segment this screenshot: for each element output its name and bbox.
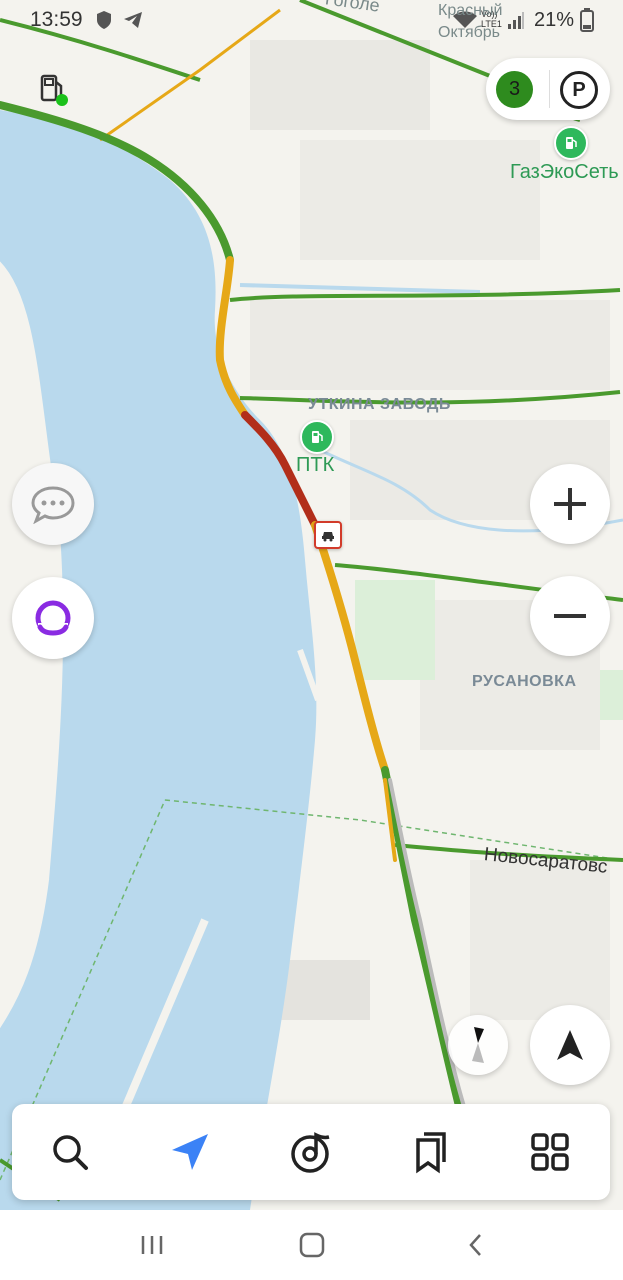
recent-apps-icon <box>141 1236 163 1254</box>
battery-percent: 21% <box>534 9 575 31</box>
map-label-fragment: Октябрь <box>438 24 501 41</box>
poi-label-gazekoset[interactable]: ГазЭкоСеть <box>510 161 619 184</box>
music-icon <box>291 1132 330 1173</box>
battery-icon <box>580 8 594 37</box>
bookmarks-icon <box>416 1132 446 1174</box>
parking-button[interactable]: P <box>560 71 598 109</box>
telegram-icon <box>122 10 144 35</box>
tab-services[interactable] <box>522 1124 578 1180</box>
search-icon <box>53 1135 88 1170</box>
park-area <box>355 580 435 680</box>
chat-icon <box>31 486 75 524</box>
my-location-button[interactable] <box>530 1005 610 1085</box>
home-button[interactable] <box>292 1228 332 1262</box>
back-button[interactable] <box>456 1228 496 1262</box>
traffic-incident-icon[interactable] <box>314 521 342 549</box>
gas-station-icon <box>40 74 68 106</box>
traffic-level-button[interactable]: 3 <box>496 71 533 108</box>
pill-divider <box>549 70 550 108</box>
navigator-icon <box>172 1134 208 1170</box>
alice-icon <box>35 600 71 637</box>
tab-search[interactable] <box>42 1124 98 1180</box>
services-icon <box>531 1133 569 1171</box>
zoom-in-icon <box>554 488 586 520</box>
district-label-utkina-zavod: УТКИНА ЗАВОДЬ <box>308 396 451 413</box>
back-icon <box>469 1234 481 1256</box>
signal-icon <box>507 10 525 35</box>
tab-bookmarks[interactable] <box>402 1124 458 1180</box>
home-icon <box>299 1232 325 1258</box>
zoom-out-icon <box>554 614 586 618</box>
my-location-icon <box>557 1030 583 1060</box>
poi-label-ptk[interactable]: ПТК <box>296 454 334 477</box>
recent-apps-button[interactable] <box>132 1228 172 1262</box>
tab-navigator[interactable] <box>162 1124 218 1180</box>
tab-music[interactable] <box>282 1124 338 1180</box>
status-bar: 13:59 Vo)) LTE1 21% <box>0 0 623 40</box>
system-nav-bar <box>0 1210 623 1280</box>
compass-button[interactable] <box>448 1015 508 1075</box>
zoom-in-button[interactable] <box>530 464 610 544</box>
bottom-tab-bar <box>12 1104 610 1200</box>
map-canvas[interactable] <box>0 0 623 1280</box>
map-label-fragment: Красный <box>438 2 503 19</box>
parking-label: P <box>572 78 586 101</box>
traffic-level-value: 3 <box>508 78 521 100</box>
traffic-parking-pill: 3 P <box>486 58 610 120</box>
gas-stations-button[interactable] <box>24 62 78 116</box>
compass-icon <box>472 1027 484 1063</box>
alice-button[interactable] <box>12 577 94 659</box>
status-time: 13:59 <box>30 8 83 31</box>
zoom-out-button[interactable] <box>530 576 610 656</box>
chat-button[interactable] <box>12 463 94 545</box>
district-label-rusanovka: РУСАНОВКА <box>472 673 577 690</box>
gas-station-poi-icon[interactable] <box>300 420 334 454</box>
shield-icon <box>96 10 112 35</box>
gas-station-poi-icon[interactable] <box>554 126 588 160</box>
